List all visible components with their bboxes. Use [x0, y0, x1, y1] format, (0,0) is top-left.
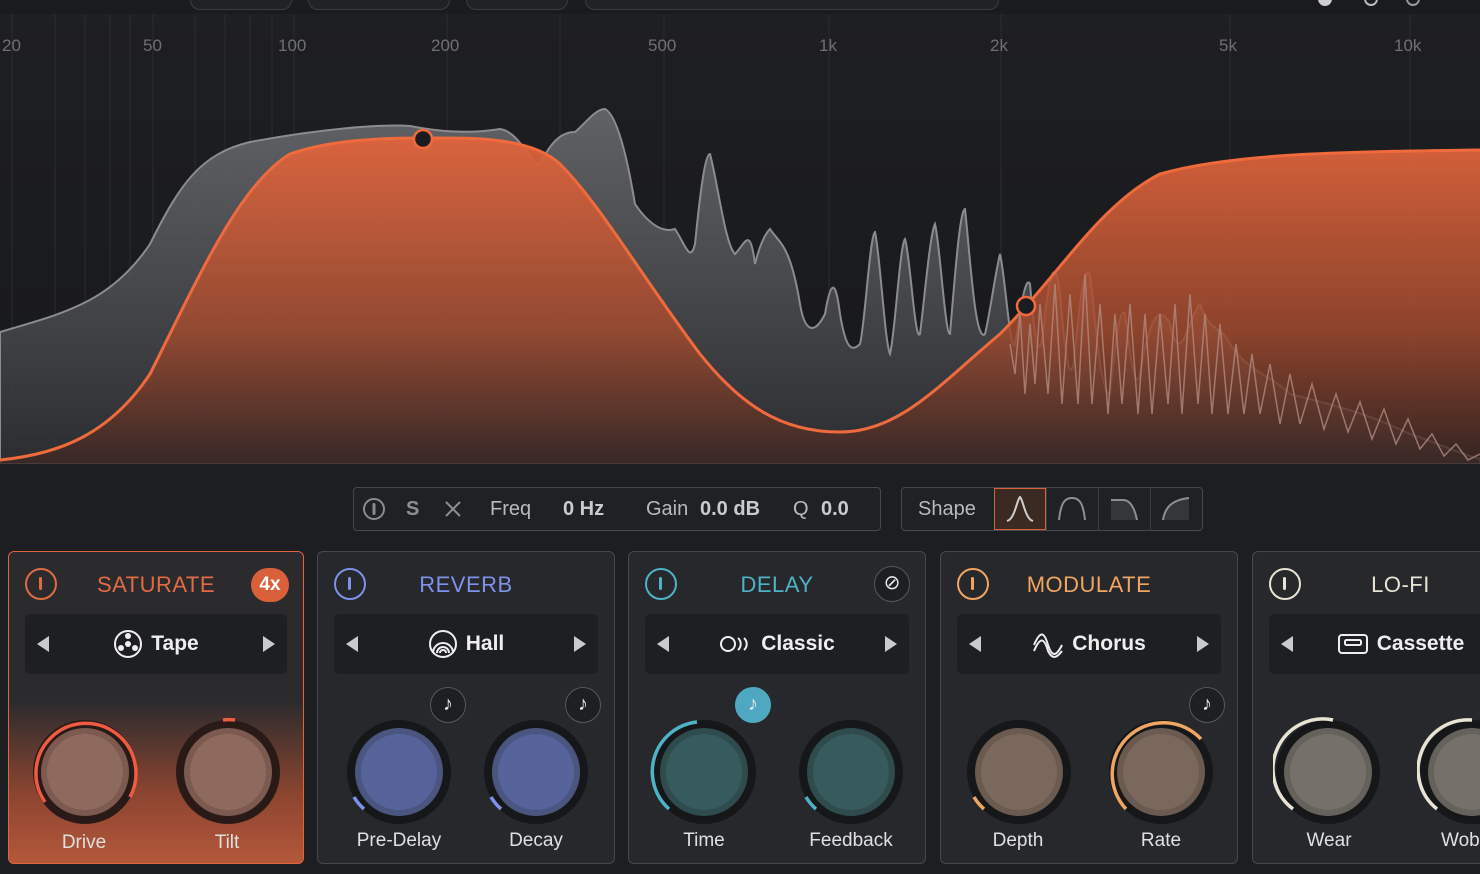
tilt-knob[interactable]: [173, 717, 283, 827]
freq-label-2k: 2k: [990, 36, 1008, 55]
q-value[interactable]: 0.0: [821, 488, 849, 530]
feedback-knob[interactable]: [796, 717, 906, 827]
preset-browser-field[interactable]: [585, 0, 999, 10]
wear-label: Wear: [1306, 830, 1352, 851]
q-label: Q: [793, 498, 809, 520]
gain-value[interactable]: 0.0 dB: [700, 488, 760, 530]
next-arrow-icon[interactable]: [263, 636, 275, 652]
freq-label-100: 100: [278, 36, 307, 55]
freq-value[interactable]: 0 Hz: [563, 488, 604, 530]
wobble-label: Wobb: [1441, 830, 1480, 851]
drive-knob[interactable]: [30, 717, 140, 827]
band-power-icon[interactable]: [362, 497, 386, 521]
shape-label: Shape: [918, 498, 976, 520]
wobble-knob[interactable]: [1417, 717, 1480, 827]
band-shape-icon: [1058, 496, 1086, 521]
predelay-knob[interactable]: [344, 717, 454, 827]
chorus-wave-icon: [1033, 633, 1064, 659]
freq-label-200: 200: [431, 36, 460, 55]
top-menu-button-1[interactable]: [190, 0, 292, 10]
shape-lowpass-button[interactable]: [1098, 488, 1150, 530]
next-arrow-icon[interactable]: [1197, 636, 1209, 652]
modulate-title: MODULATE: [1026, 572, 1152, 597]
lofi-title: LO-FI: [1371, 572, 1430, 597]
band-controls: S Freq 0 Hz Gain 0.0 dB Q 0.0: [353, 487, 881, 531]
app-logo-icon: [8, 0, 158, 8]
reverb-title: REVERB: [419, 572, 513, 597]
classic-delay-icon: [720, 636, 748, 653]
top-menu-button-3[interactable]: [466, 0, 568, 10]
delay-preset-selector[interactable]: Classic: [645, 614, 909, 674]
time-label: Time: [683, 830, 725, 851]
saturate-preset-selector[interactable]: Tape: [25, 614, 287, 674]
hall-icon: [428, 630, 457, 659]
reverb-preset-selector[interactable]: Hall: [334, 614, 598, 674]
module-reverb[interactable]: REVERB Hall ♪ ♪ Pre-Delay Decay: [317, 551, 615, 864]
module-saturate[interactable]: SATURATE 4x Tape Drive Tilt: [8, 551, 304, 864]
lofi-preset-name: Cassette: [1376, 632, 1465, 655]
tape-reel-icon: [114, 630, 143, 659]
freq-label-10k: 10k: [1394, 36, 1422, 55]
feedback-label: Feedback: [809, 830, 893, 851]
freq-label-5k: 5k: [1219, 36, 1237, 55]
depth-label: Depth: [992, 830, 1044, 851]
freq-label-20: 20: [2, 36, 21, 55]
saturate-preset-name: Tape: [151, 632, 199, 655]
rate-label: Rate: [1140, 830, 1182, 851]
module-lofi[interactable]: LO-FI Cassette Wear Wobb: [1252, 551, 1480, 864]
eq-analyzer[interactable]: 20 50 100 200 500 1k 2k 5k 10k: [0, 14, 1480, 464]
tilt-label: Tilt: [214, 832, 240, 853]
depth-knob[interactable]: [964, 717, 1074, 827]
band-delete-icon[interactable]: [444, 500, 462, 518]
module-modulate[interactable]: MODULATE Chorus ♪ Depth Rate: [940, 551, 1238, 864]
modulate-preset-name: Chorus: [1072, 632, 1146, 655]
predelay-label: Pre-Delay: [356, 830, 442, 851]
module-delay[interactable]: DELAY ⊘ Classic ♪ Time Feedback: [628, 551, 926, 864]
settings-icon[interactable]: [1406, 0, 1420, 6]
cassette-icon: [1337, 634, 1368, 655]
freq-label: Freq: [490, 498, 532, 520]
undo-icon[interactable]: [1318, 0, 1332, 6]
gain-label: Gain: [646, 498, 689, 520]
delay-pingpong-icon[interactable]: ⊘: [874, 566, 910, 602]
shape-band-button[interactable]: [1046, 488, 1098, 530]
shape-highshelf-button[interactable]: [1150, 488, 1202, 530]
bell-shape-icon: [1006, 495, 1034, 522]
drive-label: Drive: [61, 832, 107, 853]
top-menu-button-2[interactable]: [308, 0, 450, 10]
freq-label-1k: 1k: [819, 36, 837, 55]
freq-label-500: 500: [648, 36, 677, 55]
band-solo-button[interactable]: S: [406, 488, 419, 530]
analyzer-graph[interactable]: [0, 14, 1480, 464]
redo-icon[interactable]: [1364, 0, 1378, 6]
decay-knob[interactable]: [481, 717, 591, 827]
band-node-1[interactable]: [412, 128, 434, 150]
next-arrow-icon[interactable]: [574, 636, 586, 652]
shape-bell-button[interactable]: [994, 488, 1046, 530]
lowpass-shape-icon: [1111, 499, 1138, 521]
lofi-preset-selector[interactable]: Cassette: [1269, 614, 1480, 674]
modulate-preset-selector[interactable]: Chorus: [957, 614, 1221, 674]
reverb-preset-name: Hall: [465, 632, 505, 655]
band-node-2[interactable]: [1015, 295, 1037, 317]
highshelf-shape-icon: [1162, 497, 1190, 521]
wear-knob[interactable]: [1273, 717, 1383, 827]
rate-knob[interactable]: [1106, 717, 1216, 827]
top-bar: [0, 0, 1480, 14]
shape-selector: Shape: [901, 487, 1203, 531]
oversampling-badge[interactable]: 4x: [251, 568, 289, 602]
time-knob[interactable]: [649, 717, 759, 827]
next-arrow-icon[interactable]: [885, 636, 897, 652]
freq-label-50: 50: [143, 36, 162, 55]
delay-preset-name: Classic: [761, 632, 835, 655]
decay-label: Decay: [509, 830, 563, 851]
